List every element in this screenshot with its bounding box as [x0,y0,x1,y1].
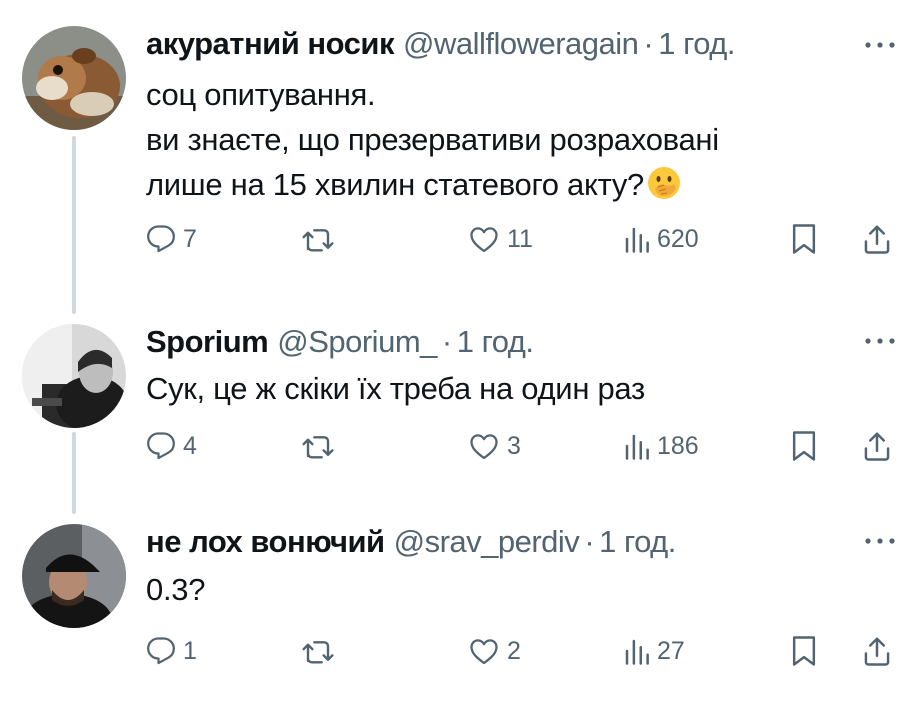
reply-button[interactable]: 4 [146,426,197,466]
like-icon [470,227,498,253]
face-with-hand-over-mouth-emoji [646,165,682,201]
tweet-text-line-text: лише на 15 хвилин статевого акту? [146,167,644,202]
guinea-pig-avatar-image [22,26,126,130]
display-name[interactable]: Sporium [146,324,269,360]
user-handle[interactable]: @srav_perdiv [394,524,580,560]
display-name[interactable]: акуратний носик [146,26,394,62]
bookmark-button[interactable] [791,426,817,466]
share-button[interactable] [862,426,892,466]
separator-dot: · [441,324,452,359]
thread-line [72,136,76,314]
more-icon[interactable] [863,334,897,348]
like-count: 11 [507,224,533,253]
user-photo-avatar-image [22,524,126,628]
tweet-actions: 4 3 186 [146,426,898,466]
user-handle[interactable]: @wallfloweragain [403,26,639,62]
timestamp[interactable]: 1 год. [457,324,534,360]
reply-icon [147,432,175,460]
avatar[interactable] [22,524,126,628]
bookmark-button[interactable] [791,631,817,671]
timestamp[interactable]: 1 год. [599,524,676,560]
like-icon [470,639,498,665]
reply-count: 4 [183,431,197,460]
reply-icon [147,225,175,253]
separator-dot: · [584,524,595,559]
avatar[interactable] [22,26,126,130]
views-count: 186 [657,431,699,460]
avatar[interactable] [22,324,126,428]
share-icon [864,225,890,254]
tweet-text-line: ви знаєте, що презервативи розраховані [146,122,719,157]
like-count: 2 [507,636,521,665]
views-button[interactable]: 27 [624,631,685,671]
tweet-text-line: Сук, це ж скіки їх треба на один раз [146,371,645,406]
thread-line [72,432,76,514]
retweet-icon [302,641,334,664]
like-button[interactable]: 2 [468,631,521,671]
share-button[interactable] [862,631,892,671]
share-button[interactable] [862,219,892,259]
like-button[interactable]: 11 [468,219,533,259]
views-button[interactable]: 186 [624,426,699,466]
bookmark-button[interactable] [791,219,817,259]
retweet-button[interactable] [301,219,342,259]
views-count: 620 [657,224,699,253]
views-icon [625,227,649,253]
tweet-text-line: 0.3? [146,572,206,607]
reply-button[interactable]: 7 [146,219,197,259]
user-photo-avatar-image [22,324,126,428]
tweet-text-line: соц опитування. [146,77,376,112]
reply-count: 1 [183,636,197,665]
views-icon [625,434,649,460]
tweet-header: Sporium @Sporium_ · 1 год. [146,324,534,364]
like-button[interactable]: 3 [468,426,521,466]
tweet-text: Сук, це ж скіки їх треба на один раз [146,366,645,411]
bookmark-icon [792,431,816,461]
display-name[interactable]: не лох вонючий [146,524,385,560]
reply-count: 7 [183,224,197,253]
timestamp[interactable]: 1 год. [658,26,735,62]
reply-icon [147,637,175,665]
user-handle[interactable]: @Sporium_ [277,324,437,360]
views-count: 27 [657,636,685,665]
share-icon [864,432,890,461]
bookmark-icon [792,224,816,254]
reply-button[interactable]: 1 [146,631,197,671]
retweet-icon [302,229,334,252]
retweet-button[interactable] [301,631,342,671]
retweet-icon [302,436,334,459]
share-icon [864,637,890,666]
like-count: 3 [507,431,521,460]
views-button[interactable]: 620 [624,219,699,259]
like-icon [470,434,498,460]
tweet-actions: 1 2 27 [146,631,898,671]
tweet-header: не лох вонючий @srav_perdiv · 1 год. [146,524,676,564]
views-icon [625,639,649,665]
tweet-text-line: лише на 15 хвилин статевого акту? [146,162,719,207]
bookmark-icon [792,636,816,666]
tweet-text: соц опитування. ви знаєте, що презервати… [146,72,719,207]
more-icon[interactable] [863,38,897,52]
retweet-button[interactable] [301,426,342,466]
separator-dot: · [643,26,654,61]
tweet-actions: 7 11 620 [146,219,898,259]
tweet-header: акуратний носик @wallfloweragain · 1 год… [146,26,735,66]
tweet-text: 0.3? [146,567,205,612]
more-icon[interactable] [863,534,897,548]
